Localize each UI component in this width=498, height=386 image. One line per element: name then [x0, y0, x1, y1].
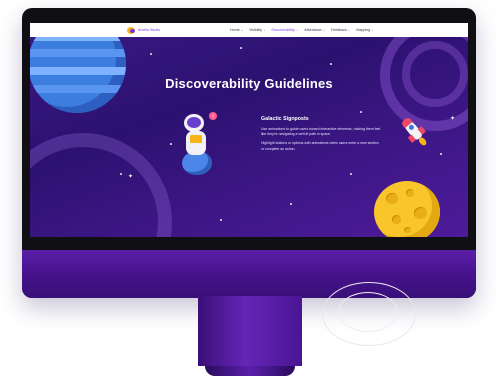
site-header: Artvilla Studio Home⌄ Visibility⌄ Discov…: [30, 23, 468, 37]
decorative-ring-inner: [338, 292, 398, 332]
monitor-stand: [198, 296, 302, 366]
nav-item-discoverability[interactable]: Discoverability⌄: [272, 28, 299, 32]
chevron-down-icon: ⌄: [240, 28, 244, 32]
nav-item-mapping[interactable]: Mapping⌄: [356, 28, 373, 32]
section-paragraph-1: Use animations to guide users toward int…: [261, 127, 381, 137]
astronaut-visor: [187, 117, 201, 128]
moon-illustration: [374, 181, 440, 237]
sparkle-icon: ✦: [128, 174, 134, 180]
book-icon: [190, 135, 202, 143]
section-paragraph-2: Highlight buttons or options with animat…: [261, 141, 379, 151]
sparkle-icon: ✦: [450, 116, 456, 122]
moon-logo-icon: [127, 26, 135, 34]
main-nav: Home⌄ Visibility⌄ Discoverability⌄ Affor…: [230, 23, 380, 37]
nav-item-affordance[interactable]: Affordance⌄: [304, 28, 325, 32]
page-title: Discoverability Guidelines: [165, 76, 333, 91]
website-screen: Artvilla Studio Home⌄ Visibility⌄ Discov…: [30, 23, 468, 237]
monitor-stand-base: [205, 366, 295, 376]
chevron-down-icon: ⌄: [371, 28, 374, 32]
nav-item-home[interactable]: Home⌄: [230, 28, 243, 32]
orbit-ring: [30, 133, 172, 237]
monitor-chin: [22, 250, 476, 298]
chevron-down-icon: ⌄: [322, 28, 326, 32]
galaxy-swirl-inner: [402, 41, 468, 107]
chevron-down-icon: ⌄: [263, 28, 266, 32]
logo-text: Artvilla Studio: [138, 28, 161, 32]
nav-item-visibility[interactable]: Visibility⌄: [249, 28, 265, 32]
site-logo[interactable]: Artvilla Studio: [127, 26, 161, 34]
content-block: Galactic Signposts Use animations to gui…: [261, 116, 381, 156]
chevron-down-icon: ⌄: [295, 28, 299, 32]
nav-item-feedback[interactable]: Feedback⌄: [331, 28, 350, 32]
section-heading: Galactic Signposts: [261, 116, 309, 122]
music-note-icon: ♪: [209, 112, 217, 120]
chevron-down-icon: ⌄: [347, 28, 351, 32]
